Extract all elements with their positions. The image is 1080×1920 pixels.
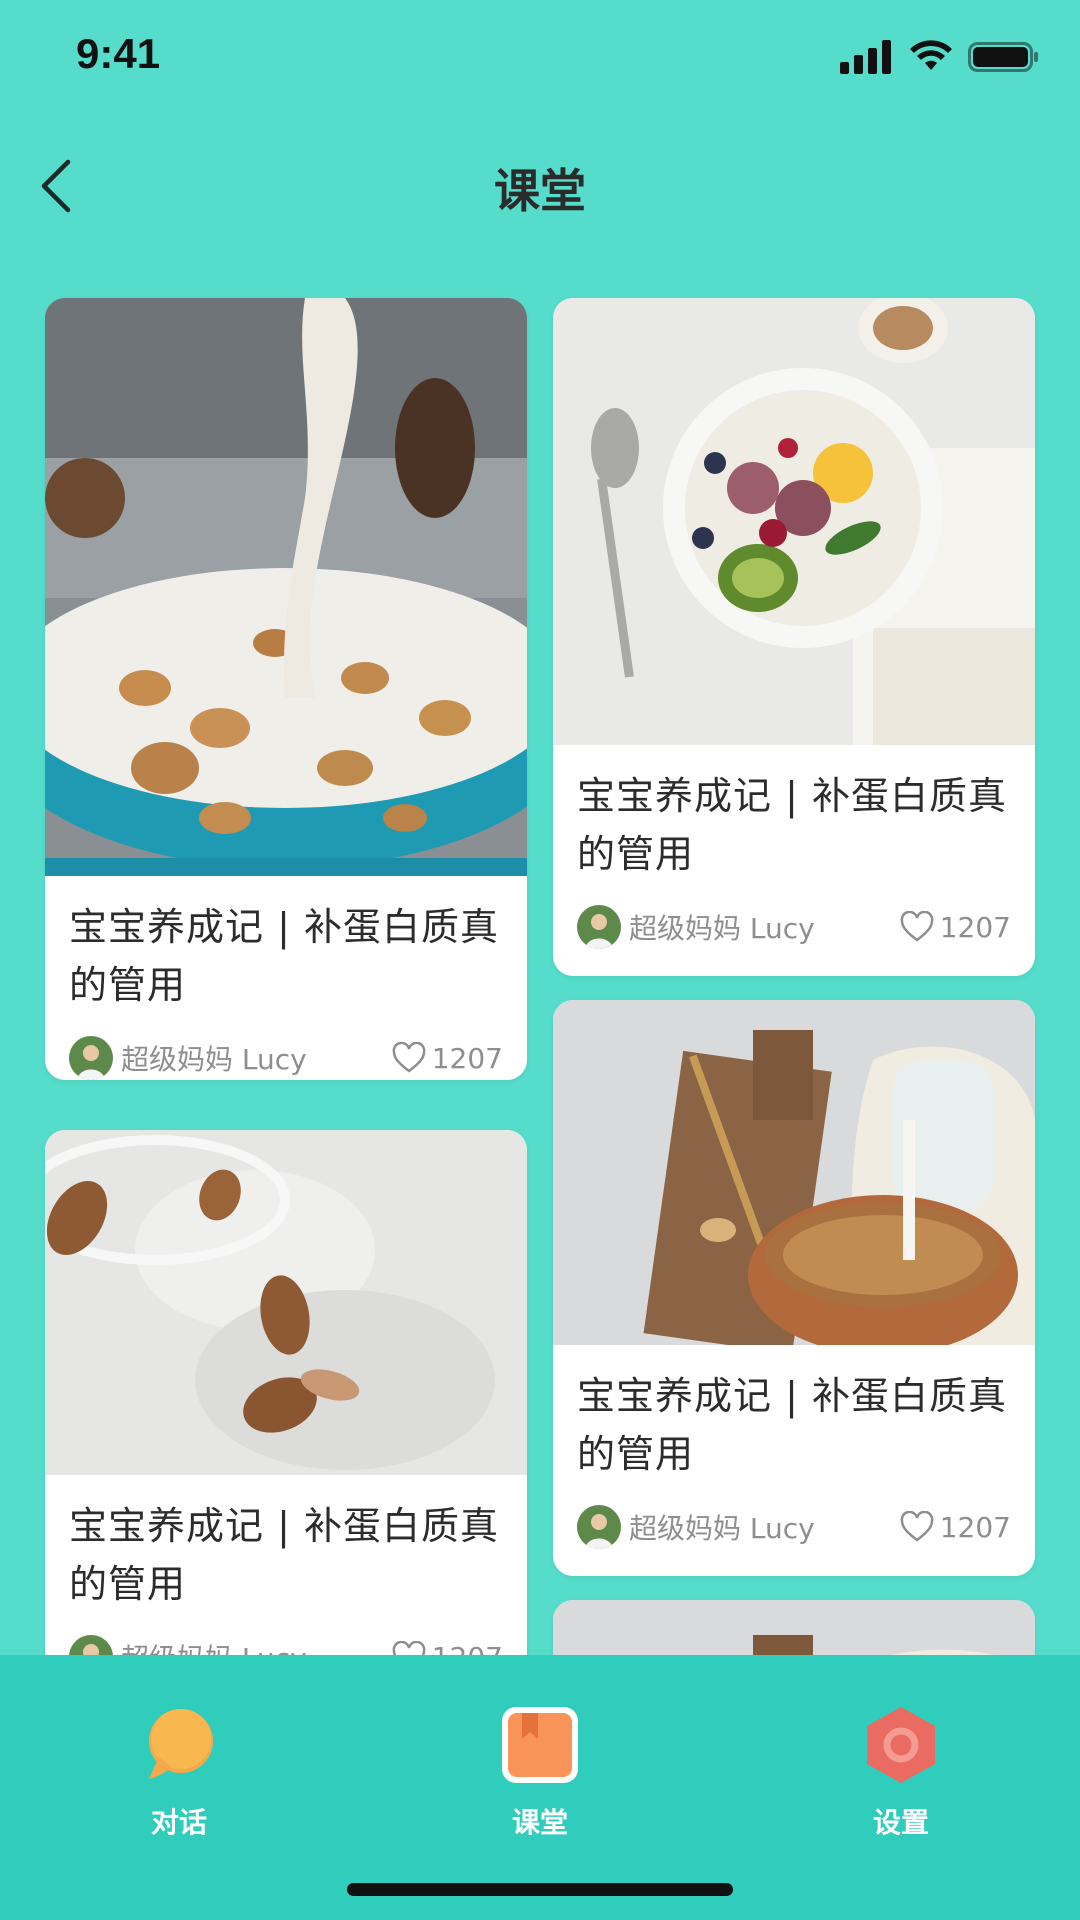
- fruit-bowl-photo: [553, 298, 1035, 745]
- author[interactable]: 超级妈妈 Lucy: [577, 905, 815, 949]
- card-title: 宝宝养成记 | 补蛋白质真的管用: [577, 774, 1007, 876]
- author[interactable]: 超级妈妈 Lucy: [69, 1635, 307, 1655]
- book-icon: [500, 1705, 580, 1785]
- heart-icon: [392, 1042, 426, 1073]
- chat-bubble-icon: [139, 1705, 219, 1785]
- like-count: 1207: [431, 1041, 503, 1075]
- home-indicator[interactable]: [347, 1883, 733, 1896]
- hexagon-gear-icon: [861, 1705, 941, 1785]
- like-count: 1207: [939, 910, 1011, 944]
- granola-milk-photo: [553, 1600, 1035, 1655]
- tab-classroom[interactable]: 课堂: [440, 1705, 640, 1841]
- card-title: 宝宝养成记 | 补蛋白质真的管用: [69, 1504, 499, 1606]
- like-count: 1207: [432, 1641, 503, 1656]
- card-title: 宝宝养成记 | 补蛋白质真的管用: [69, 905, 499, 1007]
- course-card[interactable]: 宝宝养成记 | 补蛋白质真的管用 超级妈妈 Lucy 1207: [553, 1000, 1035, 1576]
- author[interactable]: 超级妈妈 Lucy: [69, 1036, 307, 1080]
- cereal-milk-photo: [45, 298, 527, 876]
- like-button[interactable]: 1207: [900, 1511, 1011, 1544]
- course-card[interactable]: [553, 1600, 1035, 1655]
- course-feed[interactable]: 宝宝养成记 | 补蛋白质真的管用 超级妈妈 Lucy 1207 宝宝养成记 | …: [0, 0, 1080, 1655]
- tab-settings[interactable]: 设置: [801, 1705, 1001, 1841]
- like-button[interactable]: 1207: [392, 1042, 503, 1075]
- author-name: 超级妈妈 Lucy: [629, 1512, 815, 1545]
- author-name: 超级妈妈 Lucy: [629, 912, 815, 945]
- avatar: [69, 1036, 113, 1080]
- like-button[interactable]: 1207: [392, 1641, 503, 1656]
- granola-milk-photo: [553, 1000, 1035, 1345]
- author-name: 超级妈妈 Lucy: [121, 1043, 307, 1076]
- heart-icon: [392, 1641, 426, 1655]
- author[interactable]: 超级妈妈 Lucy: [577, 1505, 815, 1549]
- card-title: 宝宝养成记 | 补蛋白质真的管用: [577, 1374, 1007, 1476]
- tab-label: 设置: [872, 1806, 929, 1839]
- tab-label: 课堂: [511, 1806, 568, 1839]
- avatar: [577, 1505, 621, 1549]
- tab-chat[interactable]: 对话: [79, 1705, 279, 1841]
- page-title: 课堂: [494, 164, 586, 218]
- course-card[interactable]: 宝宝养成记 | 补蛋白质真的管用 超级妈妈 Lucy 1207: [553, 298, 1035, 976]
- tab-bar: 对话 课堂 设置: [0, 1655, 1080, 1920]
- like-button[interactable]: 1207: [900, 911, 1011, 944]
- course-card[interactable]: 宝宝养成记 | 补蛋白质真的管用 超级妈妈 Lucy 1207: [45, 298, 527, 1080]
- avatar: [69, 1635, 113, 1655]
- almond-milk-photo: [45, 1130, 527, 1475]
- tab-label: 对话: [150, 1806, 207, 1839]
- avatar: [577, 905, 621, 949]
- heart-icon: [900, 1511, 934, 1542]
- author-name: 超级妈妈 Lucy: [121, 1637, 307, 1655]
- like-count: 1207: [939, 1510, 1011, 1544]
- heart-icon: [900, 911, 934, 942]
- course-card[interactable]: 宝宝养成记 | 补蛋白质真的管用 超级妈妈 Lucy 1207: [45, 1130, 527, 1655]
